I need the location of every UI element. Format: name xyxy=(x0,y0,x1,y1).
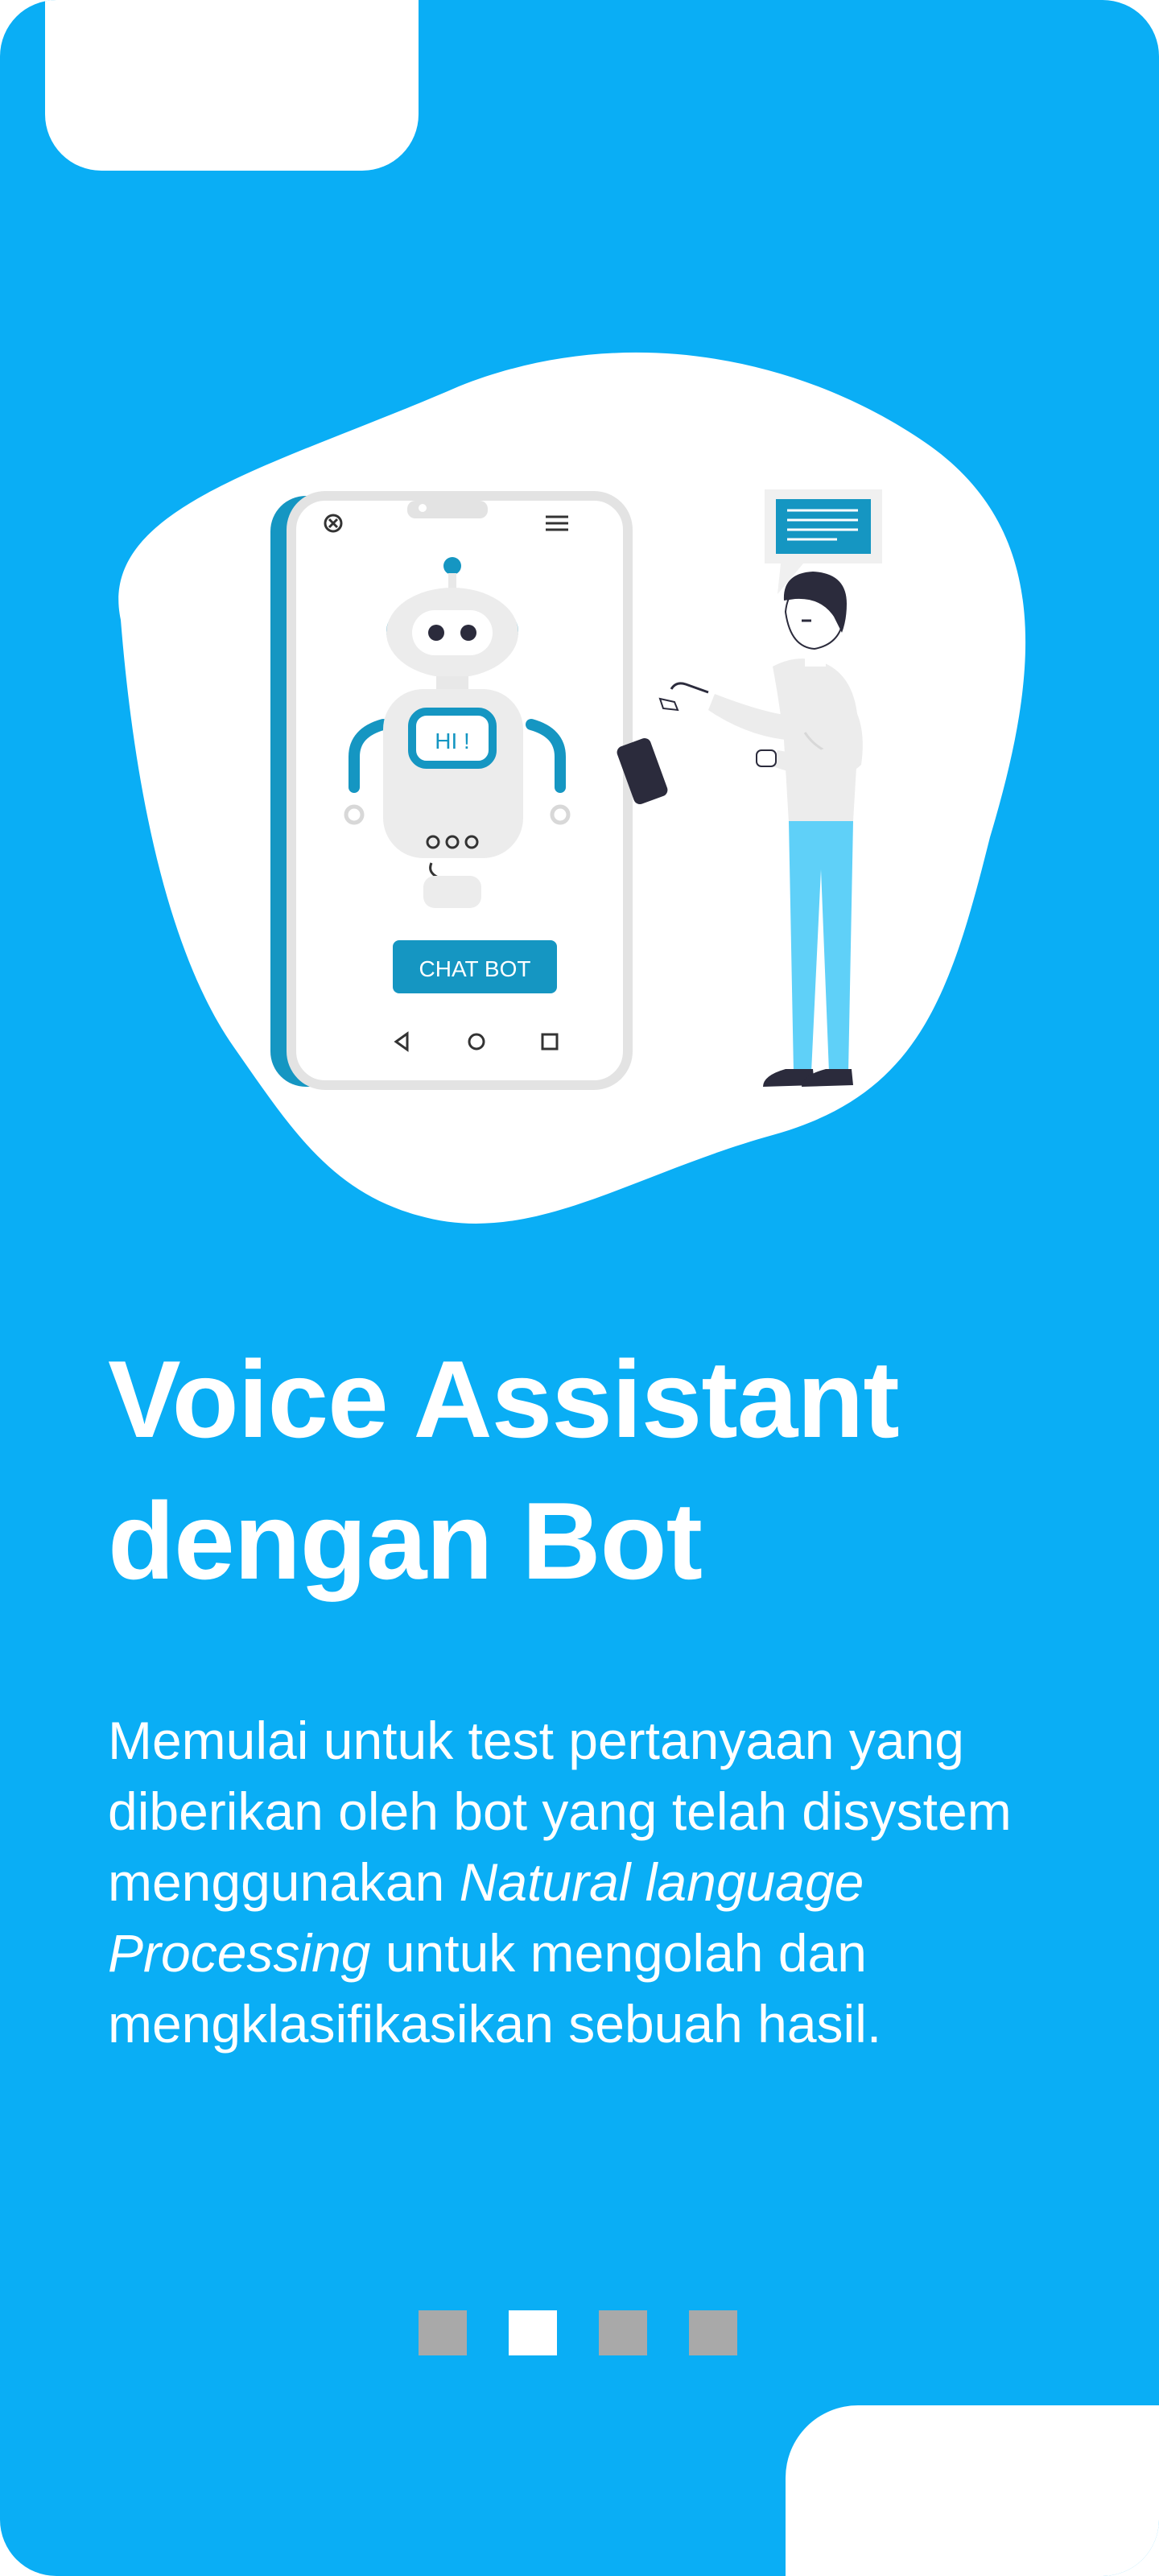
bottom-right-decoration xyxy=(786,2405,1159,2576)
onboarding-screen: HI ! CHAT BOT Voice Assistant dengan Bot… xyxy=(0,0,1159,2576)
page-dot-4[interactable] xyxy=(689,2310,737,2355)
robot-greeting: HI ! xyxy=(435,729,470,753)
title-line-2: dengan Bot xyxy=(108,1480,703,1602)
page-dot-2-active[interactable] xyxy=(509,2310,557,2355)
page-dot-3[interactable] xyxy=(599,2310,647,2355)
chatbot-illustration: HI ! CHAT BOT xyxy=(118,352,1026,1224)
page-title: Voice Assistant dengan Bot xyxy=(108,1328,1074,1612)
chat-bot-button-label: CHAT BOT xyxy=(419,956,531,981)
page-dot-1[interactable] xyxy=(419,2310,467,2355)
top-left-decoration xyxy=(45,0,419,171)
phone: HI ! CHAT BOT xyxy=(270,491,633,1090)
description: Memulai untuk test pertanyaan yang diber… xyxy=(108,1705,1090,2059)
title-line-1: Voice Assistant xyxy=(108,1338,900,1460)
pagination-indicator xyxy=(419,2310,740,2359)
